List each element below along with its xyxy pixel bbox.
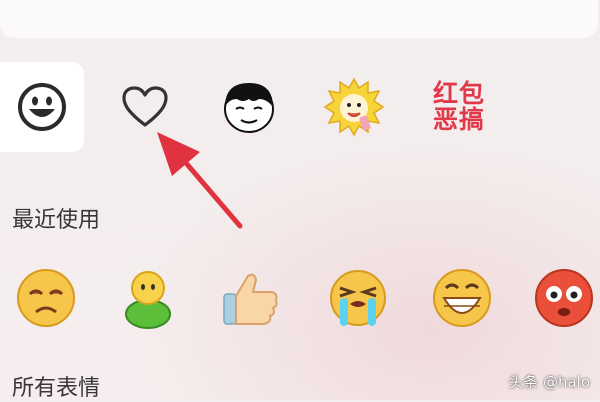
sad-face-icon[interactable] — [14, 266, 78, 330]
section-title-recent: 最近使用 — [12, 208, 101, 233]
watermark: 头条 @halo — [508, 373, 590, 391]
crying-face-icon[interactable] — [326, 266, 390, 330]
tab-emoji[interactable] — [0, 62, 84, 152]
grinning-face-icon[interactable] — [430, 266, 494, 330]
emoji-category-tabs: 红包 恶搞 — [0, 62, 600, 154]
heart-icon — [122, 86, 168, 127]
red-packet-label: 红包 恶搞 — [433, 81, 485, 133]
section-title-all: 所有表情 — [12, 376, 101, 401]
red-packet-label-line2: 恶搞 — [432, 105, 485, 134]
tab-meme[interactable] — [207, 62, 291, 152]
panel-background — [0, 0, 600, 400]
recent-emoji-row — [0, 266, 600, 336]
thumbs-up-icon[interactable] — [218, 266, 282, 330]
tab-red-packet-prank[interactable]: 红包 恶搞 — [415, 62, 503, 152]
sticker-icon — [323, 77, 385, 137]
red-packet-label-line1: 红包 — [432, 79, 485, 108]
tab-stickers[interactable] — [312, 62, 396, 152]
blushing-face-icon[interactable] — [532, 266, 596, 330]
tab-favorites[interactable] — [103, 62, 187, 152]
smiley-face-icon — [18, 83, 66, 131]
green-figure-icon[interactable] — [116, 266, 180, 330]
comment-input-box[interactable]: 评论 — [0, 0, 598, 38]
meme-face-icon — [224, 83, 274, 133]
